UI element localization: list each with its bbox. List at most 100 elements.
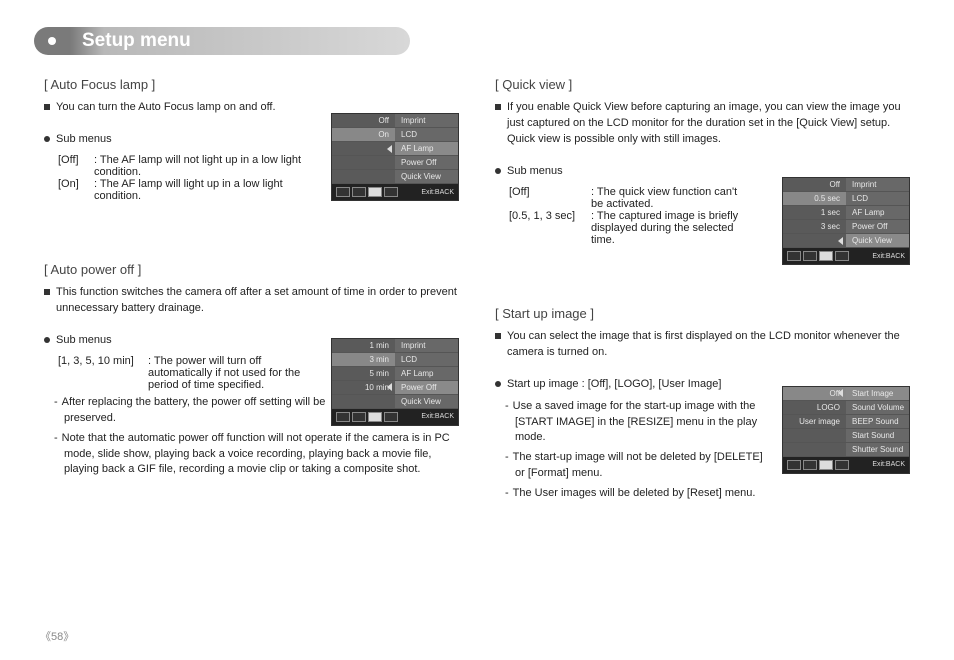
lcd-right-item: Start Image [846,387,909,401]
lcd-mode-icon [352,187,366,197]
qv-sec-key: [0.5, 1, 3 sec] [509,210,587,246]
lcd-left-item: Off [783,387,846,401]
lcd-left-item [783,234,846,248]
af-on-key: [On] [58,178,90,202]
lcd-left-item: 5 min [332,367,395,381]
apo-note1: After replacing the battery, the power o… [62,396,326,424]
lcd-mode-icon [787,251,801,261]
lcd-right-item: Sound Volume [846,401,909,415]
apo-val: : The power will turn off automatically … [148,355,324,391]
lcd-left-item: 10 min [332,381,395,395]
qv-desc: If you enable Quick View before capturin… [507,100,910,148]
lcd-left-item [783,429,846,443]
af-on-val: : The AF lamp will light up in a low lig… [94,178,304,202]
lcd-left-item: 1 min [332,339,395,353]
lcd-mode-icon [787,460,801,470]
lcd-mode-icon [336,187,350,197]
dot-bullet [44,337,50,343]
af-off-val: : The AF lamp will not light up in a low… [94,154,304,178]
startup-desc: You can select the image that is first d… [507,329,910,361]
square-bullet [44,289,50,295]
heading-startup: [ Start up image ] [495,306,910,321]
lcd-right-item: Start Sound [846,429,909,443]
lcd-mode-icon [352,412,366,422]
lcd-right-item: Quick View [395,170,458,184]
lcd-left-item [332,156,395,170]
lcd-left-item [783,443,846,457]
lcd-exit-label: Exit:BACK [872,253,905,260]
lcd-right-item: Power Off [395,156,458,170]
lcd-mode-icon [803,251,817,261]
lcd-mode-icon [336,412,350,422]
page-number: 58 [40,628,74,644]
lcd-left-item: 3 sec [783,220,846,234]
lcd-right-item: Shutter Sound [846,443,909,457]
lcd-exit-label: Exit:BACK [872,461,905,468]
lcd-mode-icon [368,187,382,197]
lcd-right-item: AF Lamp [846,206,909,220]
lcd-right-item: AF Lamp [395,142,458,156]
title-dot-bg [34,27,70,55]
apo-desc: This function switches the camera off af… [56,285,459,317]
startup-note2: The start-up image will not be deleted b… [513,451,763,479]
lcd-left-item: 1 sec [783,206,846,220]
lcd-bottom-bar: Exit:BACK [332,409,458,425]
heading-apo: [ Auto power off ] [44,262,459,277]
lcd-mode-icon [803,460,817,470]
lcd-left-item: 0.5 sec [783,192,846,206]
heading-qv: [ Quick view ] [495,77,910,92]
qv-off-val: : The quick view function can't be activ… [591,186,745,210]
dot-bullet [495,381,501,387]
section-quick-view: [ Quick view ] If you enable Quick View … [495,77,910,246]
lcd-mode-icon [384,412,398,422]
lcd-mode-icon [835,460,849,470]
qv-sec-val: : The captured image is briefly displaye… [591,210,745,246]
af-off-key: [Off] [58,154,90,178]
square-bullet [495,104,501,110]
lcd-left-item [332,395,395,409]
lcd-left-item [332,170,395,184]
lcd-bottom-bar: Exit:BACK [783,457,909,473]
lcd-right-item: Power Off [846,220,909,234]
lcd-af-lamp: OffOnImprintLCDAF LampPower OffQuick Vie… [331,113,459,201]
lcd-exit-label: Exit:BACK [421,413,454,420]
section-auto-power-off: [ Auto power off ] This function switche… [44,262,459,479]
square-bullet [44,104,50,110]
lcd-right-item: LCD [395,353,458,367]
lcd-mode-icon [384,187,398,197]
title-dot [48,37,56,45]
left-column: [ Auto Focus lamp ] You can turn the Aut… [44,77,459,542]
lcd-bottom-bar: Exit:BACK [332,184,458,200]
lcd-left-item: On [332,128,395,142]
lcd-bottom-bar: Exit:BACK [783,248,909,264]
heading-af-lamp: [ Auto Focus lamp ] [44,77,459,92]
apo-note2: Note that the automatic power off functi… [62,432,450,476]
startup-note3: The User images will be deleted by [Rese… [513,487,756,499]
lcd-left-item: Off [332,114,395,128]
section-af-lamp: [ Auto Focus lamp ] You can turn the Aut… [44,77,459,202]
lcd-left-item: User image [783,415,846,429]
title-text-bg: Setup menu [70,27,410,55]
section-startup: [ Start up image ] You can select the im… [495,306,910,502]
lcd-right-item: LCD [846,192,909,206]
lcd-right-item: Quick View [846,234,909,248]
lcd-right-item: Power Off [395,381,458,395]
lcd-right-item: Quick View [395,395,458,409]
lcd-startup: OffLOGOUser imageStart ImageSound Volume… [782,386,910,474]
page-title: Setup menu [82,30,191,52]
qv-off-key: [Off] [509,186,587,210]
lcd-right-item: LCD [395,128,458,142]
lcd-right-item: BEEP Sound [846,415,909,429]
lcd-right-item: AF Lamp [395,367,458,381]
lcd-apo: 1 min3 min5 min10 minImprintLCDAF LampPo… [331,338,459,426]
lcd-left-item: Off [783,178,846,192]
lcd-right-item: Imprint [395,114,458,128]
dot-bullet [495,168,501,174]
right-column: [ Quick view ] If you enable Quick View … [495,77,910,542]
startup-note1: Use a saved image for the start-up image… [513,400,757,444]
lcd-mode-icon [368,412,382,422]
lcd-mode-icon [835,251,849,261]
apo-key: [1, 3, 5, 10 min] [58,355,144,391]
lcd-right-item: Imprint [846,178,909,192]
lcd-right-item: Imprint [395,339,458,353]
